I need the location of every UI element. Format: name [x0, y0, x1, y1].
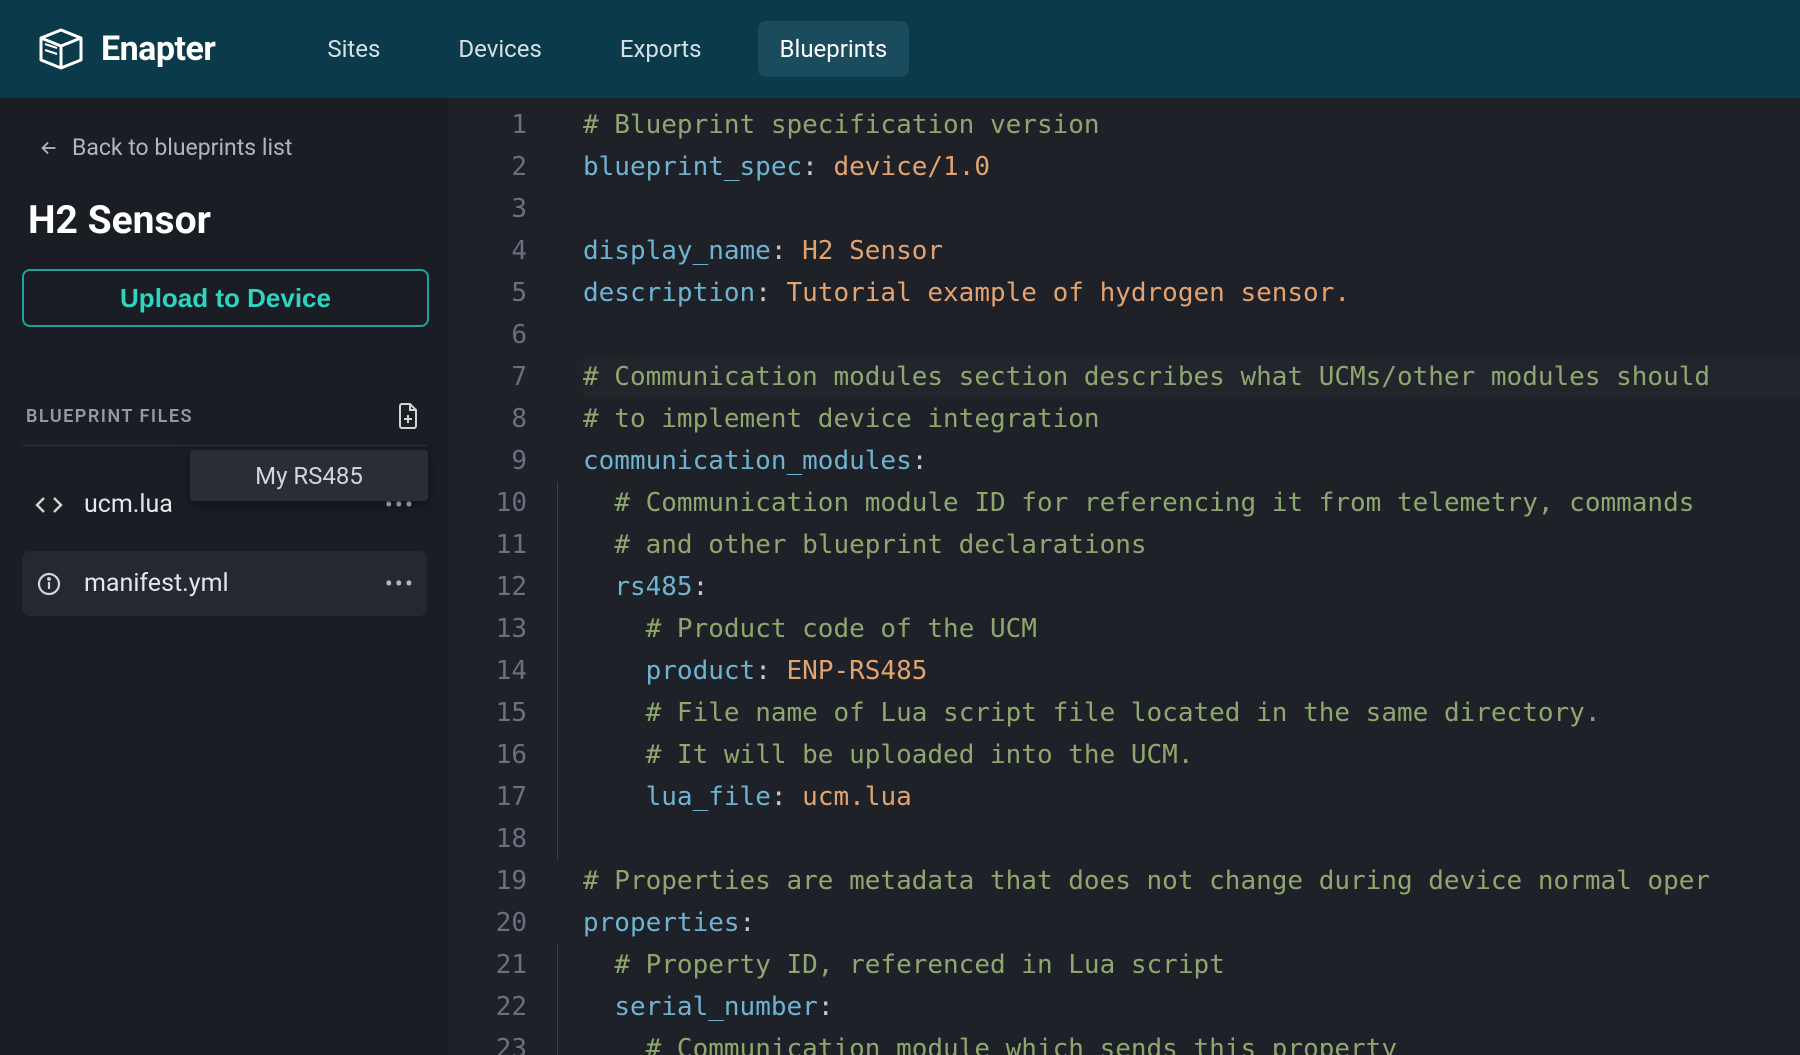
enapter-logo-icon [35, 26, 87, 72]
brand-name: Enapter [101, 29, 215, 69]
file-row-manifest-yml[interactable]: manifest.yml••• [22, 551, 427, 616]
nav-tab-blueprints[interactable]: Blueprints [758, 21, 910, 77]
file-plus-icon [395, 402, 421, 430]
nav-tabs: Sites Devices Exports Blueprints [305, 21, 909, 77]
files-header: BLUEPRINT FILES [22, 401, 427, 446]
nav-tab-devices[interactable]: Devices [436, 21, 563, 77]
code-content[interactable]: # Blueprint specification versionbluepri… [543, 98, 1800, 1055]
files-header-label: BLUEPRINT FILES [26, 406, 193, 427]
upload-to-device-button[interactable]: Upload to Device [22, 269, 429, 327]
code-icon [34, 494, 64, 516]
file-name: manifest.yml [84, 569, 385, 598]
file-menu-button[interactable]: ••• [385, 570, 415, 598]
code-editor[interactable]: 1234567891011121314151617181920212223 # … [449, 98, 1800, 1055]
blueprint-title: H2 Sensor [28, 197, 427, 243]
arrow-left-icon [38, 137, 60, 159]
sidebar: Back to blueprints list H2 Sensor Upload… [0, 98, 449, 1055]
top-nav: Enapter Sites Devices Exports Blueprints [0, 0, 1800, 98]
device-popover[interactable]: My RS485 [190, 450, 428, 501]
line-gutter: 1234567891011121314151617181920212223 [449, 98, 543, 1055]
info-icon [34, 572, 64, 596]
brand-logo[interactable]: Enapter [35, 26, 215, 72]
add-file-button[interactable] [393, 401, 423, 431]
back-link-label: Back to blueprints list [72, 134, 292, 161]
nav-tab-exports[interactable]: Exports [598, 21, 724, 77]
nav-tab-sites[interactable]: Sites [305, 21, 402, 77]
back-to-list-link[interactable]: Back to blueprints list [22, 122, 427, 173]
